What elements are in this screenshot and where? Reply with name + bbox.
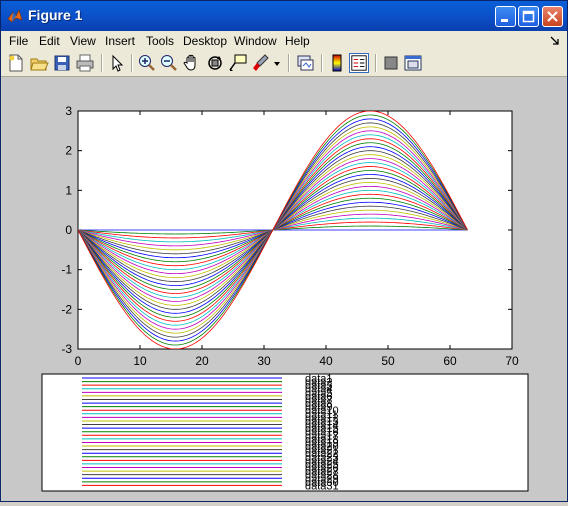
new-figure-icon[interactable] — [6, 53, 26, 73]
menu-bar: File Edit View Insert Tools Desktop Wind… — [1, 31, 567, 51]
toolbar-separator — [131, 54, 133, 72]
pan-hand-icon[interactable] — [182, 53, 202, 73]
main-axes[interactable]: 0 10 20 30 40 50 60 70 -3 -2 -1 0 1 2 3 — [61, 104, 519, 368]
title-bar[interactable]: Figure 1 — [1, 1, 567, 31]
colorbar-icon[interactable] — [327, 53, 347, 73]
zoom-out-icon[interactable] — [159, 53, 179, 73]
y-tick-label: 0 — [65, 223, 72, 237]
data-cursor-icon[interactable] — [228, 53, 248, 73]
menu-file[interactable]: File — [9, 34, 28, 48]
y-tick-label: -2 — [61, 302, 72, 316]
menu-tools[interactable]: Tools — [146, 34, 174, 48]
y-tick-label: -1 — [61, 263, 72, 277]
menu-edit[interactable]: Edit — [39, 34, 60, 48]
show-plot-tools-icon[interactable] — [403, 53, 423, 73]
toolbar-separator — [288, 54, 290, 72]
menu-help[interactable]: Help — [285, 34, 310, 48]
window-title: Figure 1 — [28, 7, 83, 23]
toolbar-separator — [321, 54, 323, 72]
menu-desktop[interactable]: Desktop — [183, 34, 227, 48]
hide-plot-tools-icon[interactable] — [381, 53, 401, 73]
figure-window: Figure 1 File Edit View Insert Tools Des… — [0, 0, 568, 502]
legend-entry-31: data31 — [305, 480, 339, 492]
save-icon[interactable] — [52, 53, 72, 73]
figure-toolbar — [1, 51, 567, 77]
menu-view[interactable]: View — [70, 34, 96, 48]
x-tick-label: 60 — [443, 354, 457, 368]
link-plot-icon[interactable] — [295, 53, 315, 73]
legend-icon[interactable] — [349, 53, 369, 73]
x-tick-label: 0 — [75, 354, 82, 368]
figure-canvas: 0 10 20 30 40 50 60 70 -3 -2 -1 0 1 2 3 data1 data2 data… — [2, 77, 566, 501]
toolbar-separator — [375, 54, 377, 72]
close-icon — [547, 11, 558, 22]
rotate-3d-icon[interactable] — [205, 53, 225, 73]
minimize-button[interactable] — [495, 6, 516, 27]
x-tick-label: 20 — [195, 354, 209, 368]
x-tick-label: 30 — [257, 354, 271, 368]
menu-insert[interactable]: Insert — [105, 34, 135, 48]
menu-window[interactable]: Window — [234, 34, 277, 48]
matlab-logo-icon — [7, 9, 23, 23]
maximize-icon — [522, 10, 535, 23]
print-icon[interactable] — [75, 53, 95, 73]
x-tick-label: 10 — [133, 354, 147, 368]
maximize-button[interactable] — [518, 6, 539, 27]
edit-plot-arrow-icon[interactable] — [107, 53, 127, 73]
brush-dropdown-icon[interactable] — [273, 59, 281, 69]
y-tick-label: 1 — [65, 183, 72, 197]
brush-icon[interactable] — [251, 53, 271, 73]
legend[interactable]: data1data2data3data4data5data6data7data8… — [41, 373, 529, 492]
minimize-icon — [501, 19, 508, 22]
zoom-in-icon[interactable] — [137, 53, 157, 73]
x-tick-label: 40 — [319, 354, 333, 368]
y-tick-label: 2 — [65, 144, 72, 158]
y-tick-label: 3 — [65, 104, 72, 118]
open-file-icon[interactable] — [29, 53, 49, 73]
dock-arrow-icon[interactable] — [550, 36, 560, 46]
legend-frame — [41, 373, 529, 492]
x-tick-label: 50 — [381, 354, 395, 368]
close-button[interactable] — [542, 6, 563, 27]
toolbar-separator — [101, 54, 103, 72]
plot-area: 0 10 20 30 40 50 60 70 -3 -2 -1 0 1 2 3 data1data2data… — [41, 104, 529, 492]
y-tick-label: -3 — [61, 342, 72, 356]
x-tick-label: 70 — [505, 354, 519, 368]
